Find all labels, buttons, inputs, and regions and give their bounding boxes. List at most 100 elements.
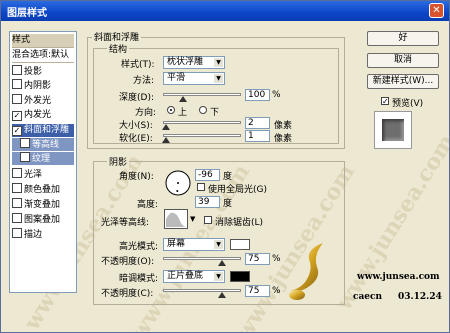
opacity-shadow-label: 不透明度(C): [101,289,154,299]
close-button[interactable]: ✕ [429,3,444,18]
highlight-mode-dropdown[interactable]: 屏幕 ▼ [163,238,225,251]
direction-label: 方向: [135,108,157,118]
style-item-label: 投影 [24,67,43,77]
checkbox-icon[interactable] [12,228,22,238]
style-item-texture[interactable]: 纹理 [12,152,74,165]
style-item-pattern-overlay[interactable]: 图案叠加 [12,213,74,226]
anti-alias-checkbox[interactable] [204,216,212,224]
checkbox-icon[interactable] [12,183,22,193]
depth-slider-thumb[interactable] [178,96,187,102]
style-item-label: 渐变叠加 [24,200,61,210]
style-item-label: 颜色叠加 [24,185,61,195]
chevron-down-icon: ▼ [214,58,223,67]
cancel-button[interactable]: 取消 [367,53,439,68]
checkbox-icon[interactable] [12,168,22,178]
style-item-inner-shadow[interactable]: 内阴影 [12,79,74,92]
style-dropdown[interactable]: 枕状浮雕 ▼ [163,56,225,69]
checkbox-checked-icon[interactable]: ✓ [12,126,22,136]
opacity-shadow-thumb[interactable] [217,292,226,298]
depth-slider[interactable] [163,93,241,96]
shadow-mode-dropdown[interactable]: 正片叠底 ▼ [163,270,225,283]
style-list-header[interactable]: 样式 [12,34,74,48]
style-item-label: 内阴影 [24,81,52,91]
checkbox-icon[interactable] [20,152,30,162]
ok-button[interactable]: 好 [367,31,439,46]
angle-input[interactable]: -96 [195,169,220,181]
opacity-highlight-input[interactable]: 75 [245,253,270,265]
credit-author: caecn [353,292,383,302]
altitude-label: 高度: [137,200,159,210]
style-item-contour[interactable]: 等高线 [12,138,74,151]
chevron-down-icon: ▼ [214,272,223,281]
opacity-highlight-slider[interactable] [163,257,241,260]
opacity-shadow-input[interactable]: 75 [245,285,270,297]
shadow-color-swatch[interactable] [230,271,250,282]
checkbox-icon[interactable] [12,213,22,223]
style-item-drop-shadow[interactable]: 投影 [12,65,74,78]
style-item-bevel-emboss[interactable]: ✓ 斜面和浮雕 [12,124,74,137]
opacity-shadow-slider[interactable] [163,289,241,292]
shadow-mode-label: 暗调模式: [119,274,159,284]
title-bar[interactable]: 图层样式 ✕ [1,1,449,21]
size-slider-thumb[interactable] [162,124,170,130]
soften-slider[interactable] [163,134,241,137]
style-item-label: 等高线 [32,140,60,150]
style-item-label: 图案叠加 [24,215,61,225]
checkbox-icon[interactable] [12,94,22,104]
style-item-stroke[interactable]: 描边 [12,228,74,241]
direction-up-radio[interactable] [167,106,175,114]
preview-checkbox[interactable]: ✓ [381,97,389,106]
preview-thumbnail [374,111,412,149]
soften-unit: 像素 [274,134,293,144]
gloss-contour-swatch[interactable] [164,209,188,229]
style-item-color-overlay[interactable]: 颜色叠加 [12,183,74,196]
depth-unit: % [272,90,281,100]
structure-title: 结构 [107,42,130,55]
direction-down-label: 下 [210,108,220,118]
style-item-label: 纹理 [32,154,51,164]
style-item-label: 外发光 [24,96,52,106]
soften-slider-thumb[interactable] [162,137,170,143]
angle-dial-icon[interactable] [164,169,192,197]
style-item-inner-glow[interactable]: ✓ 内发光 [12,109,74,122]
style-list: 样式 混合选项:默认 投影 内阴影 外发光 ✓ 内发光 ✓ 斜面和浮雕 等高线 纹理… [9,31,77,293]
method-dropdown[interactable]: 平滑 ▼ [163,72,225,85]
direction-down-radio[interactable] [199,106,207,114]
global-light-checkbox[interactable] [197,183,205,191]
style-item-satin[interactable]: 光泽 [12,168,74,181]
blend-options-item[interactable]: 混合选项:默认 [12,49,74,63]
checkbox-icon[interactable] [20,138,30,148]
soften-input[interactable]: 1 [245,130,270,142]
opacity-highlight-thumb[interactable] [217,260,226,266]
style-value: 枕状浮雕 [167,57,204,67]
checkbox-checked-icon[interactable]: ✓ [12,111,22,121]
new-style-button[interactable]: 新建样式(W)... [367,74,439,89]
window-title: 图层样式 [7,8,47,19]
checkbox-icon[interactable] [12,65,22,75]
style-item-label: 描边 [24,230,43,240]
shadow-mode-value: 正片叠底 [167,271,204,281]
checkbox-icon[interactable] [12,79,22,89]
chevron-down-icon: ▼ [214,74,223,83]
altitude-unit: 度 [223,199,233,209]
style-item-label: 斜面和浮雕 [24,125,70,135]
altitude-input[interactable]: 39 [195,196,220,208]
global-light-label: 使用全局光(G) [208,185,267,195]
size-input[interactable]: 2 [245,117,270,129]
highlight-color-swatch[interactable] [230,239,250,250]
watermark-4: www.junsea.com [331,129,450,315]
checkbox-icon[interactable] [12,198,22,208]
style-item-label: 光泽 [24,170,43,180]
style-item-label: 内发光 [24,110,52,120]
style-label: 样式(T): [121,60,155,70]
depth-input[interactable]: 100 [245,89,270,101]
size-slider[interactable] [163,121,241,124]
method-label: 方法: [133,76,155,86]
method-value: 平滑 [167,73,186,83]
style-item-gradient-overlay[interactable]: 渐变叠加 [12,198,74,211]
shading-title: 阴影 [107,155,130,168]
style-item-outer-glow[interactable]: 外发光 [12,94,74,107]
credit-site: www.junsea.com [357,272,440,282]
chevron-down-icon[interactable]: ▼ [190,215,195,223]
soften-label: 软化(E): [119,134,153,144]
